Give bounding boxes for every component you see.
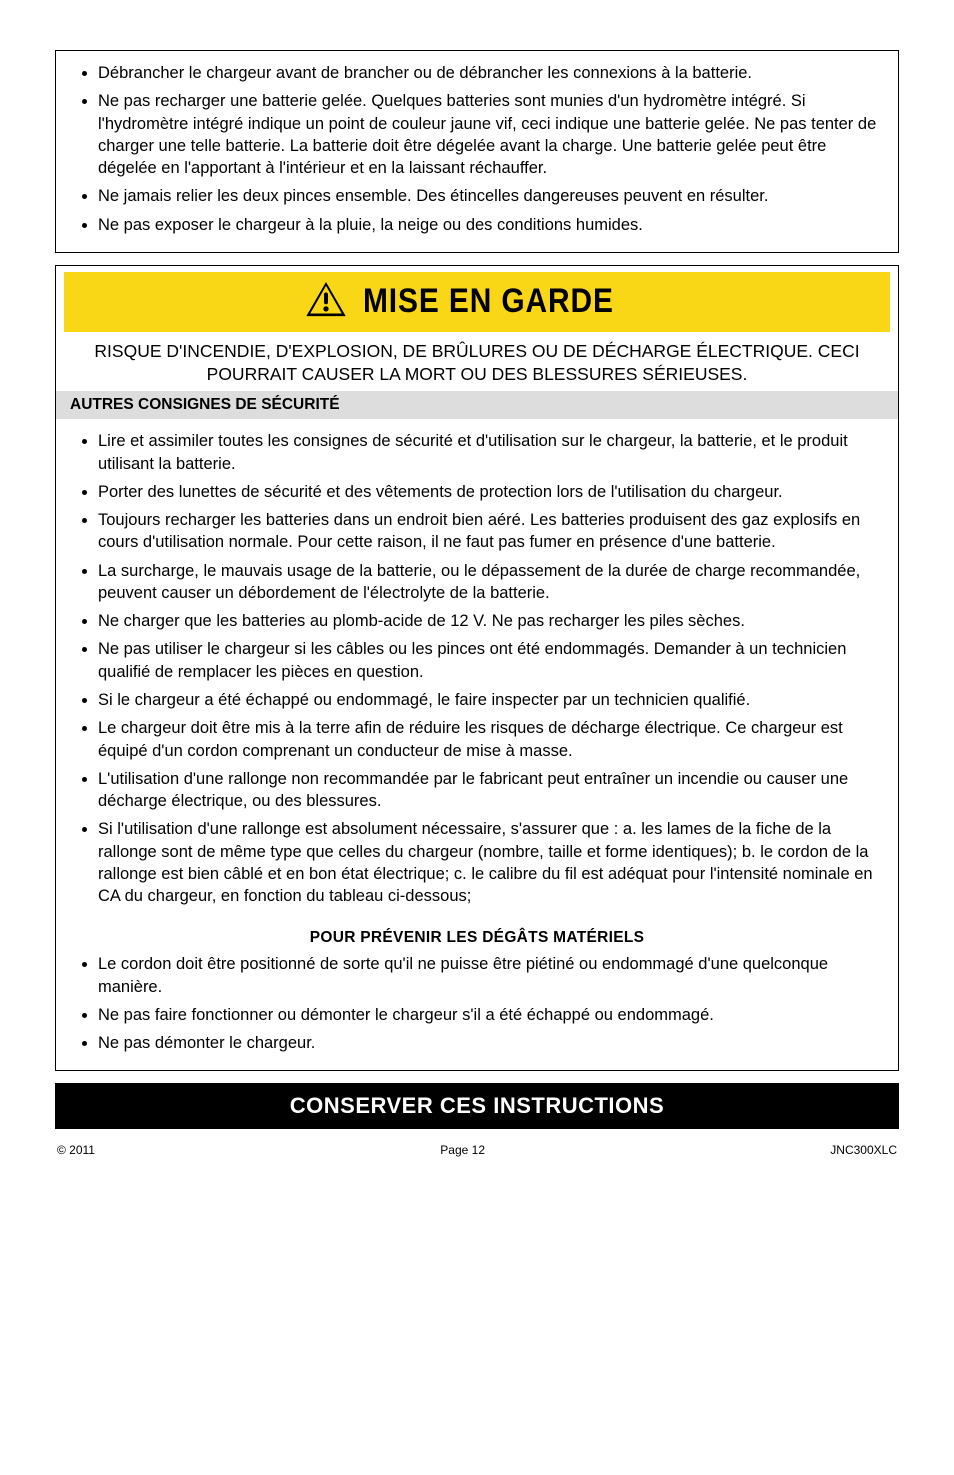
list-item: Toujours recharger les batteries dans un… (98, 509, 884, 554)
list-item: Ne charger que les batteries au plomb-ac… (98, 610, 884, 632)
list-item: Porter des lunettes de sécurité et des v… (98, 481, 884, 503)
list-item: Si l'utilisation d'une rallonge est abso… (98, 818, 884, 907)
list-item: Ne pas faire fonctionner ou démonter le … (98, 1004, 884, 1026)
safety-list-prevent: Le cordon doit être positionné de sorte … (70, 953, 884, 1054)
footer-model: JNC300XLC (830, 1143, 897, 1157)
caution-subhead: RISQUE D'INCENDIE, D'EXPLOSION, DE BRÛLU… (70, 340, 884, 386)
list-item: Ne pas utiliser le chargeur si les câble… (98, 638, 884, 683)
safety-list-main: Lire et assimiler toutes les consignes d… (70, 430, 884, 907)
caution-banner: MISE EN GARDE (64, 272, 890, 332)
save-instructions-banner: CONSERVER CES INSTRUCTIONS (55, 1083, 899, 1129)
warning-icon (305, 278, 347, 325)
safety-box-top: Débrancher le chargeur avant de brancher… (55, 50, 899, 253)
list-item: Ne jamais relier les deux pinces ensembl… (98, 185, 884, 207)
caution-banner-label: MISE EN GARDE (363, 282, 648, 321)
safety-list-top: Débrancher le chargeur avant de brancher… (70, 62, 884, 236)
list-item: Débrancher le chargeur avant de brancher… (98, 62, 884, 84)
list-item: Si le chargeur a été échappé ou endommag… (98, 689, 884, 711)
footer-page-number: Page 12 (440, 1143, 485, 1157)
subheading-prevent: POUR PRÉVENIR LES DÉGÂTS MATÉRIELS (70, 929, 884, 947)
caution-box: MISE EN GARDE RISQUE D'INCENDIE, D'EXPLO… (55, 265, 899, 1072)
list-item: Le cordon doit être positionné de sorte … (98, 953, 884, 998)
list-item: Lire et assimiler toutes les consignes d… (98, 430, 884, 475)
list-item: La surcharge, le mauvais usage de la bat… (98, 560, 884, 605)
list-item: Ne pas démonter le chargeur. (98, 1032, 884, 1054)
section-header: AUTRES CONSIGNES DE SÉCURITÉ (56, 391, 898, 419)
page-footer: © 2011 Page 12 JNC300XLC (55, 1137, 899, 1157)
footer-copyright: © 2011 (57, 1143, 95, 1157)
list-item: L'utilisation d'une rallonge non recomma… (98, 768, 884, 813)
list-item: Ne pas exposer le chargeur à la pluie, l… (98, 214, 884, 236)
list-item: Ne pas recharger une batterie gelée. Que… (98, 90, 884, 179)
list-item: Le chargeur doit être mis à la terre afi… (98, 717, 884, 762)
